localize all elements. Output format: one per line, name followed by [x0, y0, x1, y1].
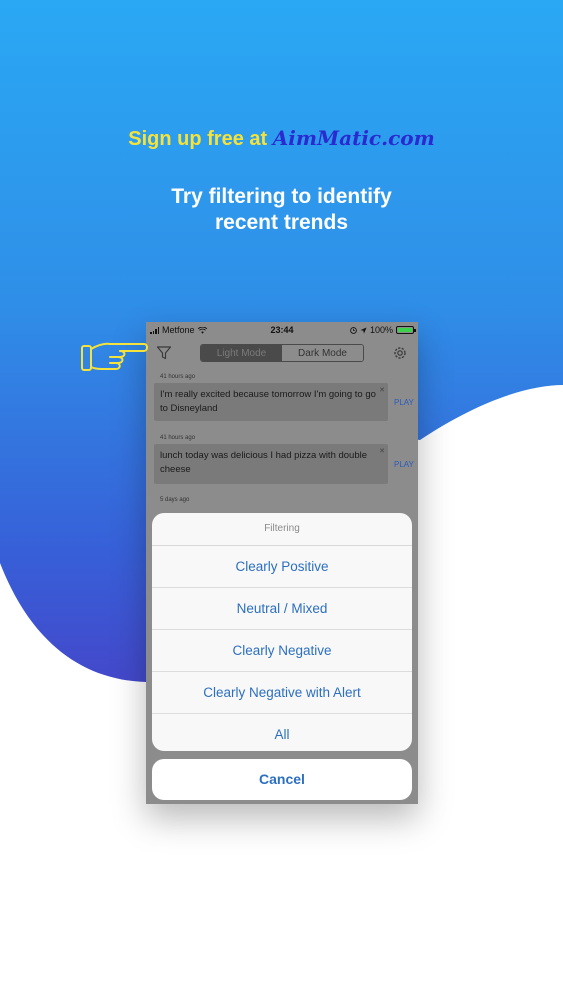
- dark-mode-segment[interactable]: Dark Mode: [282, 345, 363, 361]
- close-icon[interactable]: ✕: [379, 445, 385, 459]
- message-text: I'm really excited because tomorrow I'm …: [160, 389, 376, 414]
- play-button[interactable]: PLAY: [394, 460, 414, 469]
- filter-icon[interactable]: [156, 345, 172, 361]
- app-toolbar: Light Mode Dark Mode: [146, 342, 418, 364]
- promo-brand-link[interactable]: AimMatic.com: [273, 126, 435, 150]
- mode-toggle: Light Mode Dark Mode: [200, 344, 364, 362]
- option-neutral-mixed[interactable]: Neutral / Mixed: [152, 588, 412, 630]
- option-clearly-negative-alert[interactable]: Clearly Negative with Alert: [152, 672, 412, 714]
- message-time: 41 hours ago: [160, 374, 196, 380]
- promo-prefix: Sign up free at: [128, 128, 273, 150]
- option-clearly-negative[interactable]: Clearly Negative: [152, 630, 412, 672]
- message-card[interactable]: ✕ lunch today was delicious I had pizza …: [154, 444, 388, 484]
- status-bar: Metfone 23:44 100%: [146, 322, 418, 338]
- option-clearly-positive[interactable]: Clearly Positive: [152, 546, 412, 588]
- promo-text: Sign up free at AimMatic.com: [0, 126, 563, 151]
- light-mode-segment[interactable]: Light Mode: [201, 345, 282, 361]
- headline-line-1: Try filtering to identify: [171, 185, 392, 208]
- filter-action-sheet: Filtering Clearly Positive Neutral / Mix…: [152, 513, 412, 751]
- message-time: 41 hours ago: [160, 435, 196, 441]
- play-button[interactable]: PLAY: [394, 398, 414, 407]
- message-card[interactable]: ✕ I'm really excited because tomorrow I'…: [154, 383, 388, 421]
- battery-icon: [396, 326, 416, 334]
- message-text: lunch today was delicious I had pizza wi…: [160, 450, 368, 475]
- gear-icon[interactable]: [392, 345, 408, 361]
- message-time: 5 days ago: [160, 497, 190, 503]
- location-icon: [360, 326, 367, 334]
- headline: Try filtering to identify recent trends: [0, 184, 563, 236]
- sheet-title: Filtering: [152, 513, 412, 546]
- cancel-button[interactable]: Cancel: [152, 759, 412, 800]
- headline-line-2: recent trends: [214, 211, 349, 234]
- pointing-hand-icon: [81, 342, 148, 371]
- clock-icon: [350, 326, 357, 334]
- option-all[interactable]: All: [152, 714, 412, 751]
- battery-percent: 100%: [369, 325, 393, 335]
- close-icon[interactable]: ✕: [379, 384, 385, 398]
